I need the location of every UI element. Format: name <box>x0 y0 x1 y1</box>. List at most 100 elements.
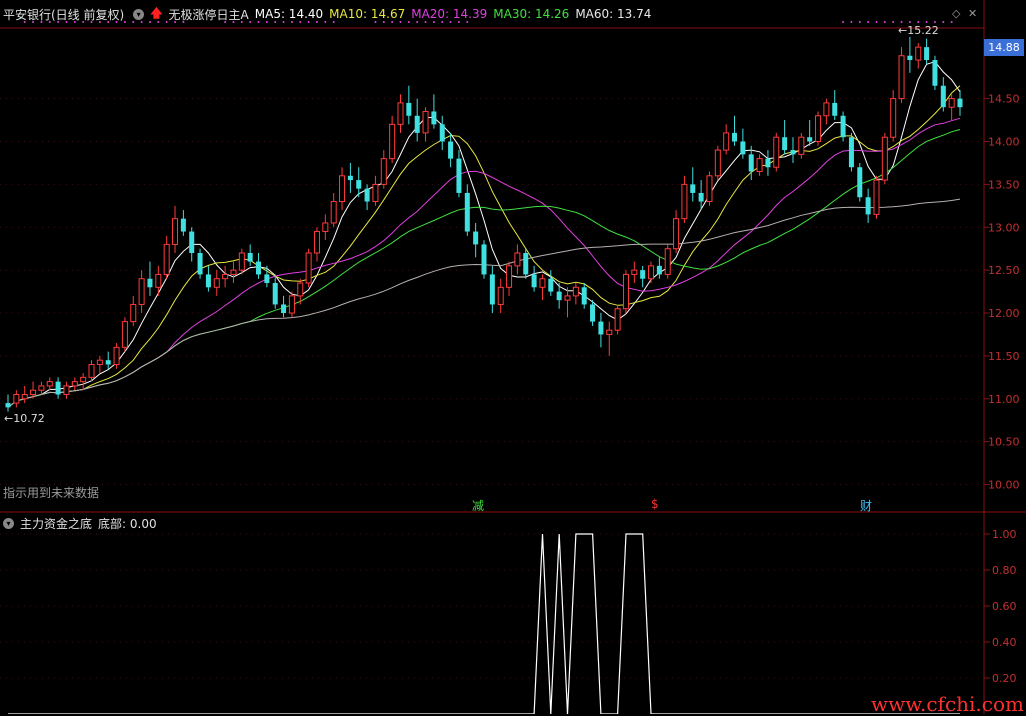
signal-dot <box>950 21 953 23</box>
price-tick-label: 11.50 <box>988 350 1020 363</box>
candle-body-up <box>514 252 521 267</box>
candle-body-down <box>840 115 846 138</box>
candle-body-down <box>940 85 946 108</box>
candle-body-up <box>222 273 229 280</box>
candle-body-down <box>857 167 863 198</box>
price-tick-label: 14.00 <box>988 135 1020 148</box>
candle-body-down <box>272 283 278 305</box>
candle-body-down <box>264 274 270 284</box>
signal-dot <box>850 21 853 23</box>
candle-body-down <box>531 274 537 288</box>
candle-body-down <box>590 304 596 322</box>
candle-body-up <box>756 158 763 173</box>
marker-dollar[interactable]: $ <box>651 497 659 511</box>
candle-body-up <box>322 222 329 233</box>
candle-body-down <box>924 47 930 61</box>
price-tick-label: 11.00 <box>988 393 1020 406</box>
price-tick-label: 12.50 <box>988 264 1020 277</box>
close-icon[interactable]: ✕ <box>968 7 977 20</box>
signal-dot <box>883 21 886 23</box>
candle-body-up <box>873 179 880 215</box>
candle-body-up <box>631 269 638 275</box>
candle-body-down <box>690 184 696 193</box>
candle-body-up <box>681 183 688 220</box>
candle-body-down <box>732 132 738 142</box>
candle-body-up <box>113 346 120 365</box>
candle-body-down <box>807 137 813 142</box>
candle-body-up <box>305 252 312 284</box>
price-tick-label: 13.00 <box>988 221 1020 234</box>
signal-dot <box>942 21 945 23</box>
sub-tick-label: 0.40 <box>992 636 1017 649</box>
candle-body-down <box>180 218 186 232</box>
candle-body-up <box>664 248 671 275</box>
signal-dot <box>925 21 928 23</box>
candle-body-down <box>205 274 211 288</box>
candle-body-down <box>473 231 479 245</box>
marker-finance[interactable]: 财 <box>860 497 872 514</box>
candle-body-down <box>247 252 253 262</box>
candle-body-up <box>230 269 237 275</box>
candle-body-down <box>907 55 913 61</box>
price-tick-label: 13.50 <box>988 178 1020 191</box>
high-price-value: 15.22 <box>907 24 939 37</box>
candle-body-up <box>898 55 905 100</box>
candle-body-down <box>556 291 562 301</box>
ma20-label: MA20: 14.39 <box>411 7 488 21</box>
candle-body-up <box>71 381 78 387</box>
candle-body-up <box>497 286 504 305</box>
stock-title[interactable]: 平安银行(日线 前复权) <box>3 6 124 23</box>
candle-body-up <box>773 136 780 168</box>
candle-body-up <box>380 158 387 185</box>
candle-body-up <box>138 278 145 305</box>
candle-body-down <box>464 192 470 232</box>
red-up-arrow-icon: 🡅 <box>150 5 163 20</box>
candle-body-down <box>581 287 587 305</box>
candle-body-down <box>364 188 370 202</box>
high-price-label: ←15.22 <box>898 24 939 37</box>
sub-indicator-name[interactable]: 主力资金之底 <box>20 515 92 532</box>
sub-indicator-menu-icon[interactable]: ▾ <box>3 517 14 529</box>
low-price-label: ←10.72 <box>4 412 45 425</box>
candle-body-down <box>448 141 454 159</box>
diamond-icon[interactable]: ◇ <box>952 7 960 20</box>
current-price-tag: 14.88 <box>984 39 1024 56</box>
candle-body-up <box>30 389 37 396</box>
candle-body-up <box>172 218 179 245</box>
candle-body-up <box>706 175 713 203</box>
price-tick-label: 12.00 <box>988 307 1020 320</box>
candle-body-up <box>915 46 922 61</box>
indicator-menu-icon[interactable]: ▾ <box>133 8 145 20</box>
candle-body-down <box>5 403 11 408</box>
price-tick-label: 14.50 <box>988 93 1020 106</box>
candle-body-down <box>523 252 529 275</box>
signal-dot <box>867 21 870 23</box>
candle-body-up <box>890 98 897 138</box>
signal-dot <box>908 21 911 23</box>
candle-body-up <box>330 201 337 224</box>
candle-body-up <box>614 308 621 331</box>
signal-dot <box>933 21 936 23</box>
candle-body-up <box>397 102 404 125</box>
sub-indicator-value: 底部: 0.00 <box>98 516 157 531</box>
sub-tick-label: 0.60 <box>992 600 1017 613</box>
candle-body-up <box>389 123 396 160</box>
indicator-name[interactable]: 无极涨停日主A <box>169 6 249 23</box>
candle-body-up <box>80 376 87 383</box>
candle-body-up <box>948 98 955 108</box>
chart-background <box>0 0 1026 714</box>
candle-body-up <box>339 175 346 203</box>
marker-reduce[interactable]: 减 <box>472 497 484 514</box>
ma30-label: MA30: 14.26 <box>493 7 570 21</box>
candle-body-up <box>881 136 888 181</box>
candle-body-up <box>823 102 830 117</box>
signal-dot <box>917 21 920 23</box>
sub-chart-header: ▾ 主力资金之底 底部: 0.00 <box>0 514 163 532</box>
candle-body-down <box>640 270 646 279</box>
candle-body-down <box>548 278 554 292</box>
candle-body-up <box>297 282 304 297</box>
candle-body-down <box>748 154 754 172</box>
candle-body-down <box>740 141 746 155</box>
price-chart[interactable]: 14.50 14.00 13.50 13.00 12.50 12.00 11.50 11.00… <box>0 0 1026 714</box>
candle-body-down <box>790 150 796 155</box>
